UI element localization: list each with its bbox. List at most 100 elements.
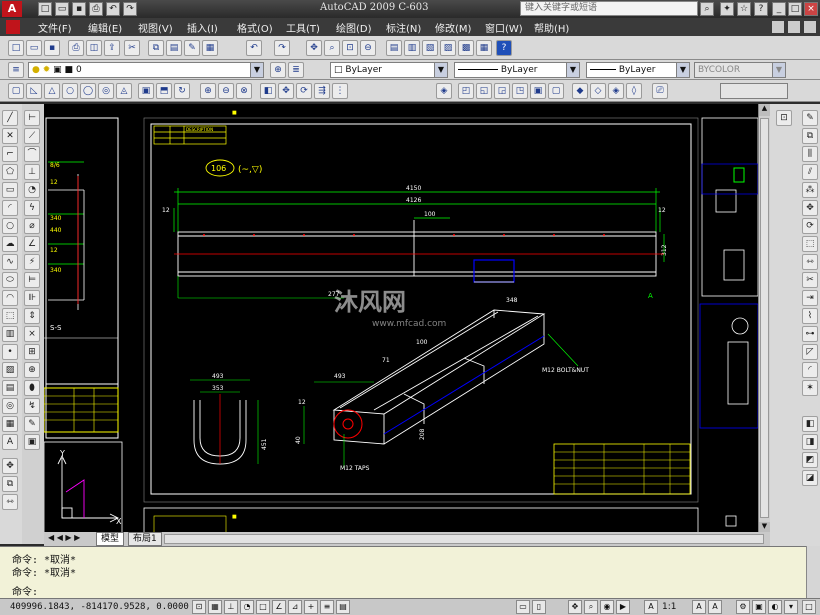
menu-help[interactable]: 帮助(H) [534,20,569,35]
3d-array-icon[interactable]: ⋮ [332,83,348,99]
center-mark-icon[interactable]: ⊕ [24,362,40,378]
lock-icon[interactable]: ▣ [752,600,766,614]
radius-icon[interactable]: ◔ [24,182,40,198]
tolerance-icon[interactable]: ⊞ [24,344,40,360]
plot-icon[interactable]: ⎙ [68,40,84,56]
quick-dim-icon[interactable]: ⚡ [24,254,40,270]
stretch-icon[interactable]: ⇿ [802,254,818,270]
tool-palettes-icon[interactable]: ▧ [422,40,438,56]
insert-block-icon[interactable]: ⬚ [2,308,18,324]
mtext-icon[interactable]: A [2,434,18,450]
stretch-icon[interactable]: ⇿ [2,494,18,510]
intersect-icon[interactable]: ⊗ [236,83,252,99]
menu-edit[interactable]: 编辑(E) [88,20,122,35]
lineweight-combo[interactable]: ByLayer ▼ [586,62,690,78]
continue-icon[interactable]: ⊪ [24,290,40,306]
print-icon[interactable]: ⎙ [89,2,103,16]
move-icon[interactable]: ✥ [802,200,818,216]
region-icon[interactable]: ◎ [2,398,18,414]
qnew-icon[interactable]: □ [8,40,24,56]
visual-style-icon[interactable]: ◈ [436,83,452,99]
zoom-icon[interactable]: ⌕ [584,600,598,614]
torus-icon[interactable]: ◎ [98,83,114,99]
matchprop-icon[interactable]: ✎ [184,40,200,56]
command-scrollbar[interactable] [806,546,820,598]
color-combo[interactable]: □ ByLayer ▼ [330,62,448,78]
layer-combo[interactable]: ● ✹ ▣ ■ 0 ▼ [28,62,264,78]
array-icon[interactable]: ⁂ [802,182,818,198]
3d-move-icon[interactable]: ✥ [278,83,294,99]
ellipse-arc-icon[interactable]: ◠ [2,290,18,306]
scroll-up-icon[interactable]: ▲ [759,104,770,116]
command-prompt[interactable]: 命令: [12,583,38,598]
draworder-under-icon[interactable]: ◪ [802,470,818,486]
mirror-icon[interactable]: ⫼ [802,146,818,162]
angular-icon[interactable]: ∠ [24,236,40,252]
maximize-icon[interactable]: □ [788,2,802,16]
search-input[interactable]: 键入关键字或短语 [520,1,698,16]
offset-icon[interactable]: ⫽ [802,164,818,180]
redo-icon[interactable]: ↷ [274,40,290,56]
otrack-icon[interactable]: ∠ [272,600,286,614]
arc-length-icon[interactable]: ⌒ [24,146,40,162]
undo-icon[interactable]: ↶ [106,2,120,16]
trim-icon[interactable]: ✂ [802,272,818,288]
design-center-icon[interactable]: ▥ [404,40,420,56]
menu-format[interactable]: 格式(O) [237,20,273,35]
spline-icon[interactable]: ∿ [2,254,18,270]
linetype-combo[interactable]: ByLayer ▼ [454,62,580,78]
ellipse-icon[interactable]: ⬭ [2,272,18,288]
linear-dim-icon[interactable]: ⊢ [24,110,40,126]
zoom-window-icon[interactable]: ⊡ [342,40,358,56]
menu-draw[interactable]: 绘图(D) [336,20,372,35]
dyn-icon[interactable]: + [304,600,318,614]
chevron-down-icon[interactable]: ▼ [434,63,447,77]
open-file-icon[interactable]: ▭ [55,2,69,16]
scroll-thumb[interactable] [760,118,769,518]
ordinate-icon[interactable]: ⊥ [24,164,40,180]
annotation-visibility-icon[interactable]: A [692,600,706,614]
camera-icon[interactable]: ⎚ [652,83,668,99]
grid-icon[interactable]: ▦ [208,600,222,614]
view-right-icon[interactable]: ◳ [512,83,528,99]
doc-minimize-icon[interactable] [772,21,784,33]
move-icon[interactable]: ✥ [2,458,18,474]
snap-icon[interactable]: ⊡ [192,600,206,614]
redo-icon[interactable]: ↷ [123,2,137,16]
auto-scale-icon[interactable]: A [708,600,722,614]
showmotion-icon[interactable]: ▶ [616,600,630,614]
break-icon[interactable]: ⌇ [802,308,818,324]
model-space-icon[interactable]: ▭ [516,600,530,614]
diameter-icon[interactable]: ⌀ [24,218,40,234]
erase-icon[interactable]: ✎ [802,110,818,126]
dim-space-icon[interactable]: ⇕ [24,308,40,324]
polysolid-icon[interactable]: ▣ [138,83,154,99]
polyline-icon[interactable]: ⌐ [2,146,18,162]
zoom-previous-icon[interactable]: ⊖ [360,40,376,56]
undo-icon[interactable]: ↶ [246,40,262,56]
iso-nw-icon[interactable]: ◊ [626,83,642,99]
menu-view[interactable]: 视图(V) [138,20,173,35]
draworder-above-icon[interactable]: ◩ [802,452,818,468]
chevron-down-icon[interactable]: ▼ [676,63,689,77]
jogged-icon[interactable]: ϟ [24,200,40,216]
properties-icon[interactable]: ▤ [386,40,402,56]
hatch-icon[interactable]: ▨ [2,362,18,378]
revolve-icon[interactable]: ↻ [174,83,190,99]
revcloud-icon[interactable]: ☁ [2,236,18,252]
aligned-dim-icon[interactable]: ⟋ [24,128,40,144]
horizontal-scrollbar[interactable] [164,534,764,544]
cut-icon[interactable]: ✂ [124,40,140,56]
search-icon[interactable]: ⌕ [700,2,714,16]
tab-layout1[interactable]: 布局1 [128,532,162,546]
qp-icon[interactable]: ▤ [336,600,350,614]
menu-tools[interactable]: 工具(T) [286,20,320,35]
plotstyle-combo[interactable]: BYCOLOR ▼ [694,62,786,78]
doc-icon[interactable] [6,20,20,34]
pyramid-icon[interactable]: ◬ [116,83,132,99]
vertical-scrollbar[interactable]: ▲ ▼ [758,104,770,536]
explode-icon[interactable]: ✶ [802,380,818,396]
dim-style-icon[interactable]: ▣ [24,434,40,450]
draworder-back-icon[interactable]: ◨ [802,434,818,450]
workspace-combo[interactable] [720,83,788,99]
